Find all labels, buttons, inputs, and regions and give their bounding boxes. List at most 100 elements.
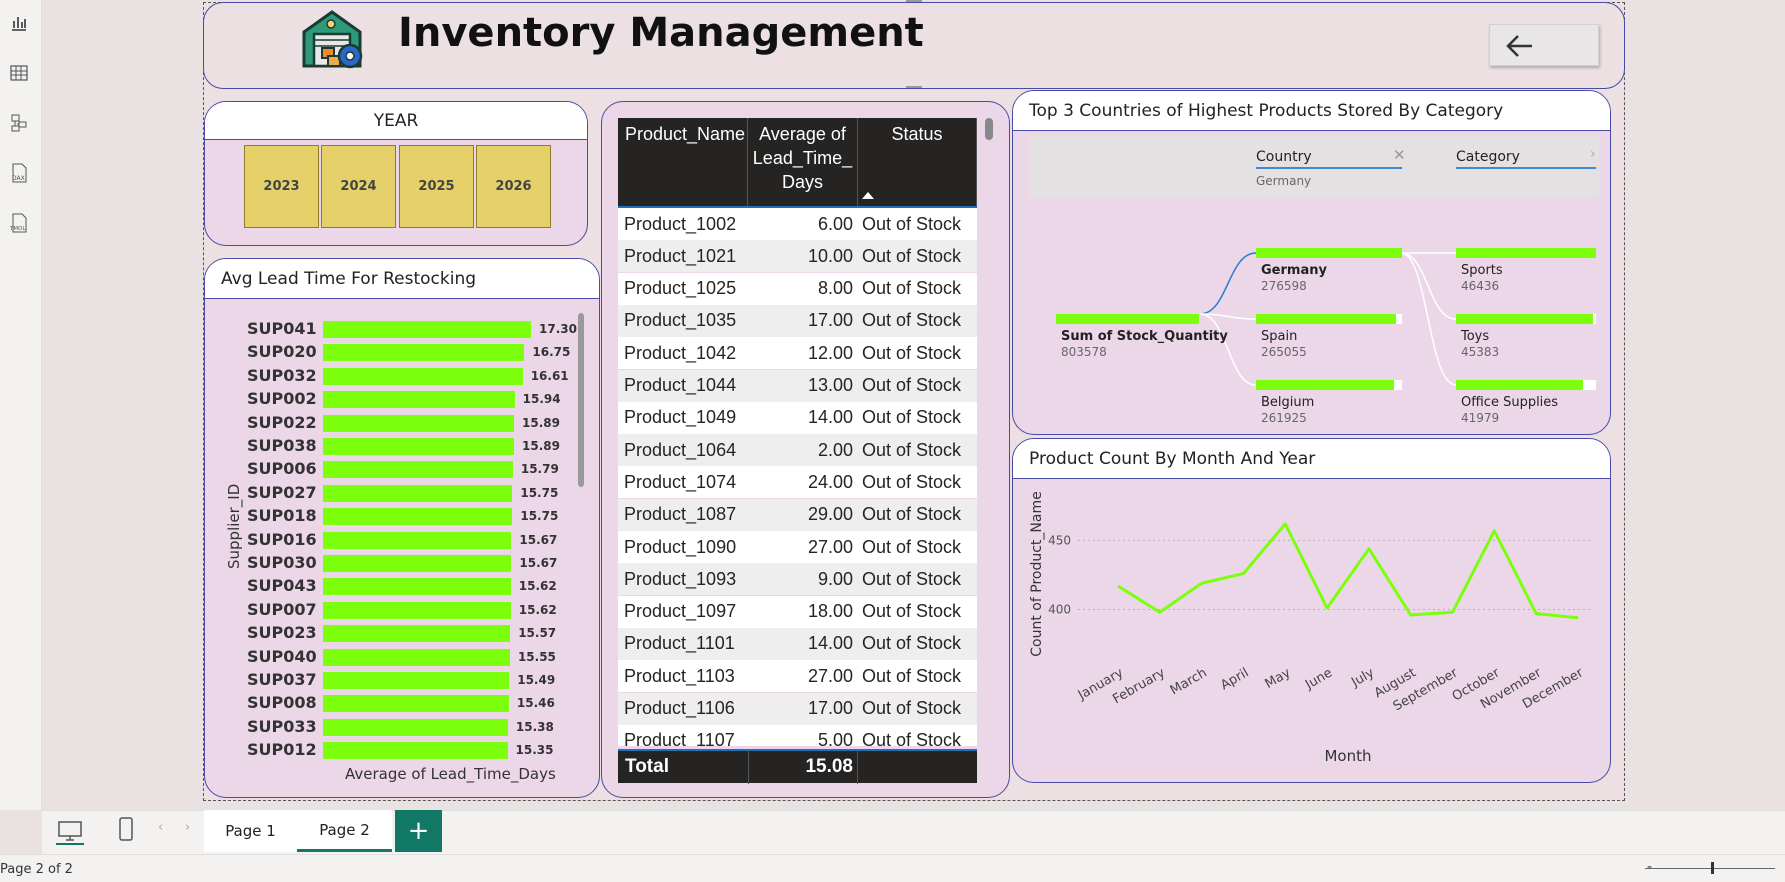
cell-status: Out of Stock xyxy=(862,375,962,395)
table-row[interactable]: Product_1107 5.00 Out of Stock xyxy=(618,724,977,746)
x-tick-label: June xyxy=(1302,665,1335,693)
year-button-2023[interactable]: 2023 xyxy=(244,145,319,228)
back-button[interactable] xyxy=(1489,24,1599,66)
y-tick-label: 450 xyxy=(1048,533,1071,547)
bar-category-label: SUP012 xyxy=(247,740,317,760)
table-row[interactable]: Product_1106 17.00 Out of Stock xyxy=(618,692,977,725)
bar[interactable] xyxy=(323,718,508,736)
bar[interactable] xyxy=(323,625,511,643)
cell-lead-time: 2.00 xyxy=(817,439,853,460)
year-button-2024[interactable]: 2024 xyxy=(321,145,396,228)
resize-handle[interactable] xyxy=(906,86,922,90)
bar[interactable] xyxy=(323,414,515,432)
prev-page-arrow-icon[interactable]: ‹ xyxy=(158,820,163,835)
cell-product-name: Product_1103 xyxy=(624,665,735,686)
column-header-lead-time[interactable]: Average of Lead_Time_ Days xyxy=(748,118,858,206)
bar[interactable] xyxy=(323,555,512,572)
arrow-left-icon xyxy=(1506,35,1532,57)
table-row[interactable]: Product_1074 24.00 Out of Stock xyxy=(618,466,977,499)
status-bar: Page 2 of 2 - xyxy=(0,854,1785,882)
table-row[interactable]: Product_1087 29.00 Out of Stock xyxy=(618,498,977,531)
bar-category-label: SUP032 xyxy=(247,365,317,385)
cell-status: Out of Stock xyxy=(862,439,962,460)
cell-product-name: Product_1097 xyxy=(624,601,737,622)
sort-ascending-icon[interactable] xyxy=(862,192,874,199)
bar-data-label: 16.75 xyxy=(532,345,571,360)
tab-page-2[interactable]: Page 2 xyxy=(297,810,392,852)
tab-page-1[interactable]: Page 1 xyxy=(204,810,297,852)
table-scrollbar[interactable] xyxy=(985,118,993,140)
table-row[interactable]: Product_1090 27.00 Out of Stock xyxy=(618,531,977,563)
cell-lead-time: 5.00 xyxy=(817,730,853,746)
zoom-slider-thumb[interactable] xyxy=(1711,862,1714,874)
category-node-bar[interactable] xyxy=(1456,314,1593,324)
bar[interactable] xyxy=(323,484,513,502)
desktop-layout-icon[interactable] xyxy=(56,817,84,845)
category-node-value: 45383 xyxy=(1461,345,1500,359)
bar-category-label: SUP043 xyxy=(247,576,317,596)
cell-lead-time: 9.00 xyxy=(817,568,853,589)
bar[interactable] xyxy=(323,461,513,479)
bar-data-label: 15.89 xyxy=(522,415,561,430)
bar[interactable] xyxy=(323,672,510,689)
bar[interactable] xyxy=(323,531,512,549)
table-row[interactable]: Product_1021 10.00 Out of Stock xyxy=(618,240,977,273)
add-page-button[interactable]: + xyxy=(395,810,442,852)
bar-chart-scrollbar[interactable] xyxy=(578,313,584,487)
cell-status: Out of Stock xyxy=(862,568,962,589)
column-header-product-name[interactable]: Product_Name xyxy=(618,118,748,206)
zoom-out-icon[interactable]: - xyxy=(1647,859,1652,875)
column-header-status[interactable]: Status xyxy=(858,118,977,206)
bar[interactable] xyxy=(323,344,525,362)
category-node-value: 46436 xyxy=(1461,279,1500,293)
bar-data-label: 15.75 xyxy=(520,485,559,500)
dax-query-view-icon[interactable]: DAX xyxy=(6,160,32,186)
cell-lead-time: 12.00 xyxy=(807,342,853,363)
model-view-icon[interactable] xyxy=(6,110,32,136)
bar-category-label: SUP038 xyxy=(247,436,317,455)
x-tick-label: April xyxy=(1218,665,1251,693)
table-row[interactable]: Product_1042 12.00 Out of Stock xyxy=(618,337,977,370)
table-row[interactable]: Product_1097 18.00 Out of Stock xyxy=(618,595,977,628)
mobile-layout-icon[interactable] xyxy=(116,815,136,843)
table-total-row: Total 15.08 xyxy=(618,749,977,784)
bar[interactable] xyxy=(323,648,510,666)
y-tick-label: 400 xyxy=(1048,602,1071,616)
cell-lead-time: 14.00 xyxy=(807,633,853,654)
bar[interactable] xyxy=(323,508,513,526)
table-row[interactable]: Product_1044 13.00 Out of Stock xyxy=(618,369,977,402)
report-view-icon[interactable] xyxy=(6,10,32,36)
bar[interactable] xyxy=(323,601,511,619)
year-slicer-title: YEAR xyxy=(205,102,587,140)
line-chart-plot: 400450JanuaryFebruary March April May June Ju… xyxy=(1029,491,1593,765)
resize-handle[interactable] xyxy=(906,0,922,4)
cell-product-name: Product_1107 xyxy=(624,730,735,746)
bar[interactable] xyxy=(323,367,523,385)
bar[interactable] xyxy=(323,578,511,596)
table-row[interactable]: Product_1035 17.00 Out of Stock xyxy=(618,304,977,337)
total-value: 15.08 xyxy=(805,756,853,777)
table-row[interactable]: Product_1093 9.00 Out of Stock xyxy=(618,563,977,596)
bar[interactable] xyxy=(323,695,509,713)
cell-status: Out of Stock xyxy=(862,213,962,234)
table-row[interactable]: Product_1025 8.00 Out of Stock xyxy=(618,272,977,305)
table-row[interactable]: Product_1064 2.00 Out of Stock xyxy=(618,434,977,467)
next-page-arrow-icon[interactable]: › xyxy=(185,820,190,835)
bar[interactable] xyxy=(323,321,531,338)
bar[interactable] xyxy=(323,438,515,455)
bar[interactable] xyxy=(323,391,515,409)
table-row[interactable]: Product_1103 27.00 Out of Stock xyxy=(618,660,977,693)
table-view-icon[interactable] xyxy=(6,60,32,86)
table-row[interactable]: Product_1049 14.00 Out of Stock xyxy=(618,401,977,434)
table-row[interactable]: Product_1101 14.00 Out of Stock xyxy=(618,627,977,660)
category-node-bar[interactable] xyxy=(1456,248,1596,258)
table-row[interactable]: Product_1002 6.00 Out of Stock xyxy=(618,208,977,240)
year-button-2025[interactable]: 2025 xyxy=(399,145,474,228)
category-node-bar[interactable] xyxy=(1456,380,1583,390)
cell-lead-time: 6.00 xyxy=(817,213,853,234)
bar[interactable] xyxy=(323,742,508,760)
year-button-2026[interactable]: 2026 xyxy=(476,145,551,228)
tmdl-view-icon[interactable]: TMDL xyxy=(6,210,32,236)
series-line[interactable] xyxy=(1117,522,1579,620)
zoom-slider[interactable] xyxy=(1645,868,1775,869)
